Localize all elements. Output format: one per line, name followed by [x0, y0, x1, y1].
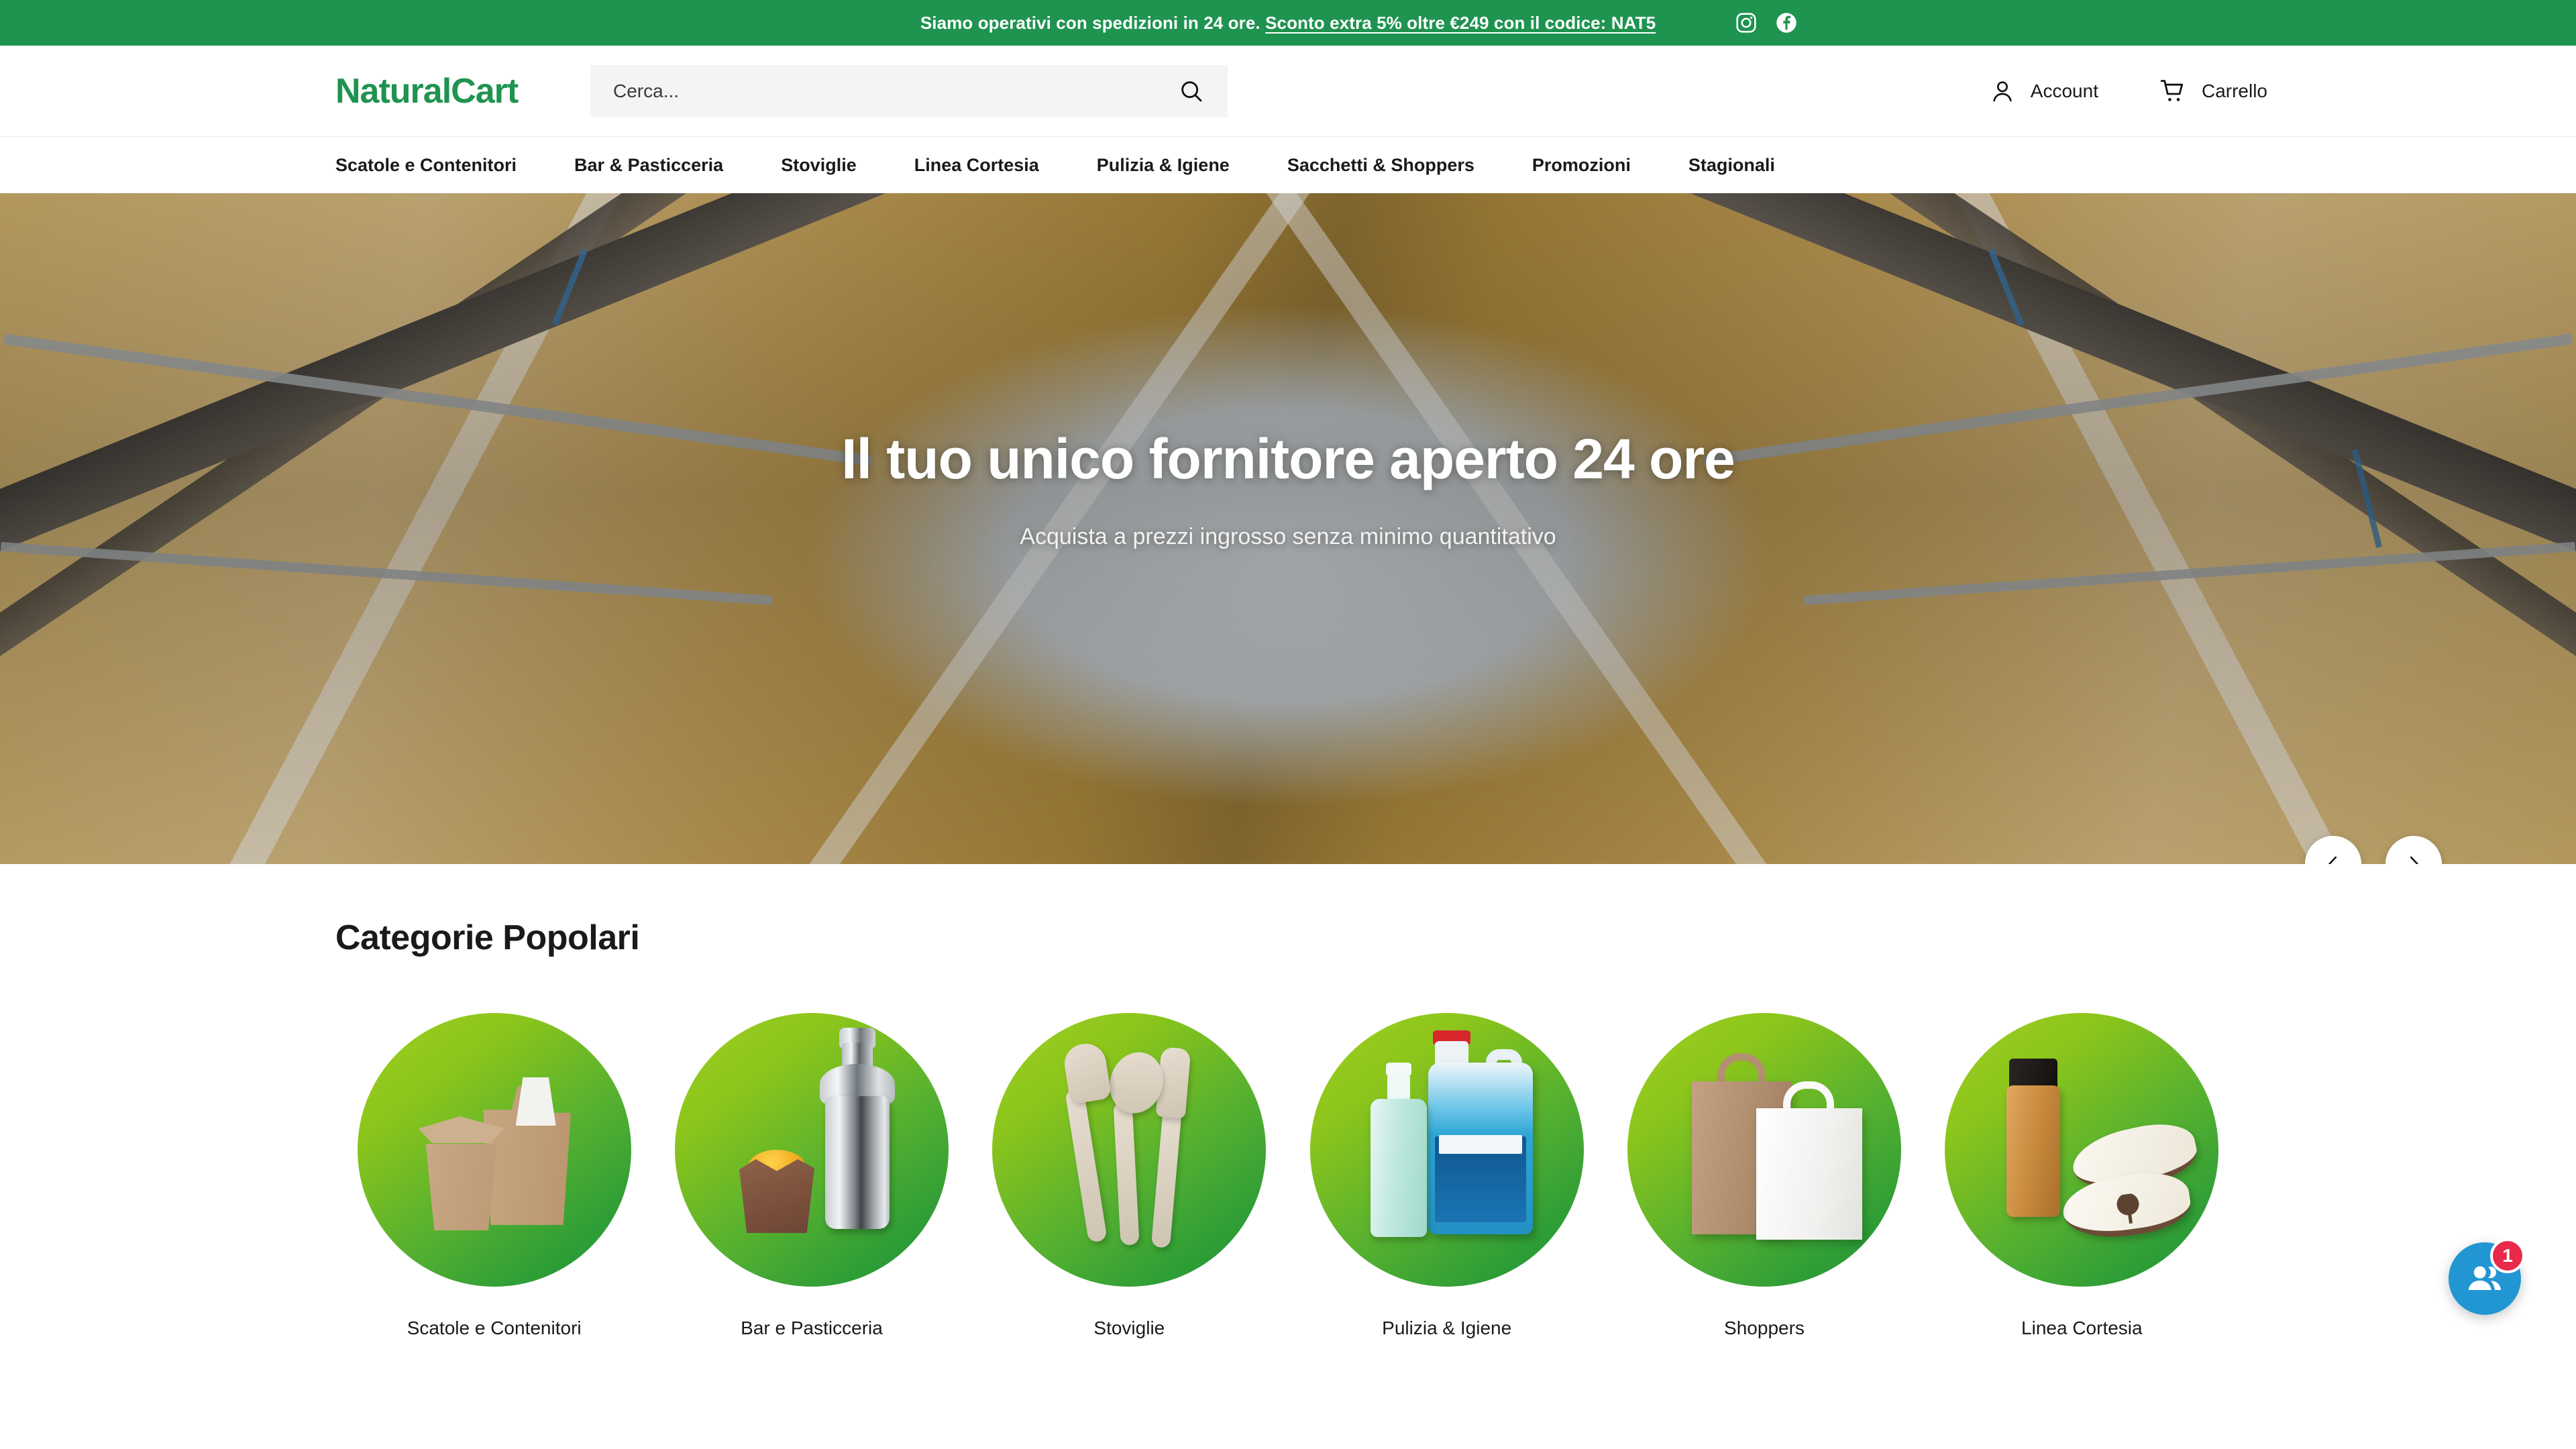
category-label: Stoviglie [1093, 1318, 1165, 1338]
facebook-icon[interactable] [1775, 11, 1798, 34]
wooden-fork-head-icon [1061, 1040, 1112, 1105]
category-card-cortesia[interactable]: Linea Cortesia [1923, 1013, 2241, 1339]
cocktail-shaker-icon [824, 1096, 890, 1229]
brown-bag-handle-icon [1717, 1053, 1766, 1085]
search-input[interactable] [613, 80, 1178, 102]
category-label: Linea Cortesia [2021, 1318, 2143, 1338]
nav-item-cortesia[interactable]: Linea Cortesia [914, 155, 1039, 176]
category-image-amenities-slippers [1945, 1013, 2219, 1287]
carousel-controls [2305, 836, 2442, 864]
category-image-kraft-containers [357, 1013, 631, 1287]
category-label: Shoppers [1724, 1318, 1805, 1338]
category-card-bar[interactable]: Bar e Pasticceria [653, 1013, 970, 1339]
category-image-cleaning-products [1309, 1013, 1584, 1287]
wooden-spoon-handle-icon [1113, 1101, 1140, 1246]
category-card-pulizia[interactable]: Pulizia & Igiene [1288, 1013, 1605, 1339]
nav-item-stagionali[interactable]: Stagionali [1688, 155, 1775, 176]
hero-title: Il tuo unico fornitore aperto 24 ore [841, 427, 1735, 490]
category-label: Pulizia & Igiene [1382, 1318, 1512, 1338]
account-button[interactable]: Account [1989, 78, 2098, 105]
logo[interactable]: NaturalCart [335, 71, 519, 111]
search-bar[interactable] [590, 64, 1228, 117]
wooden-fork-handle-icon [1065, 1087, 1108, 1243]
nav-item-promozioni[interactable]: Promozioni [1532, 155, 1631, 176]
category-card-stoviglie[interactable]: Stoviglie [971, 1013, 1288, 1339]
carousel-prev-button[interactable] [2305, 836, 2361, 864]
header-actions: Account Carrello [1989, 77, 2267, 105]
tree-logo-icon [2113, 1192, 2145, 1226]
nav-item-bar[interactable]: Bar & Pasticceria [574, 155, 723, 176]
categories-title: Categorie Popolari [335, 918, 640, 957]
announcement-promo-link[interactable]: Sconto extra 5% oltre €249 con il codice… [1265, 13, 1656, 33]
category-image-paper-bags [1627, 1013, 1901, 1287]
account-label: Account [2030, 80, 2098, 101]
category-label: Scatole e Contenitori [407, 1318, 582, 1338]
nav-item-stoviglie[interactable]: Stoviglie [781, 155, 857, 176]
kraft-white-flap-icon [515, 1077, 556, 1126]
category-image-shaker-muffin [674, 1013, 949, 1287]
chat-unread-badge: 1 [2490, 1238, 2525, 1273]
announcement-text: Siamo operativi con spedizioni in 24 ore… [920, 13, 1656, 34]
announcement-bar: Siamo operativi con spedizioni in 24 ore… [0, 0, 2576, 46]
popular-categories-section: Categorie Popolari Scatole e Contenitori [0, 864, 2576, 1339]
category-image-wooden-cutlery [992, 1013, 1267, 1287]
wooden-knife-handle-icon [1151, 1105, 1183, 1248]
announcement-text-before: Siamo operativi con spedizioni in 24 ore… [920, 12, 1266, 33]
search-button[interactable] [1178, 78, 1205, 105]
instagram-icon[interactable] [1735, 11, 1758, 34]
social-links [1735, 11, 1798, 34]
amenity-bottle-icon [2006, 1085, 2061, 1217]
category-label: Bar e Pasticceria [741, 1318, 883, 1338]
nav-item-scatole[interactable]: Scatole e Contenitori [335, 155, 517, 176]
hero-banner: Il tuo unico fornitore aperto 24 ore Acq… [0, 193, 2576, 864]
main-navigation: Scatole e Contenitori Bar & Pasticceria … [0, 136, 2576, 193]
cleaning-bottle-icon [1370, 1099, 1427, 1237]
jug-label-band-icon [1438, 1135, 1522, 1154]
cart-button[interactable]: Carrello [2159, 77, 2267, 105]
white-paper-bag-icon [1756, 1108, 1862, 1240]
nav-item-sacchetti[interactable]: Sacchetti & Shoppers [1287, 155, 1474, 176]
cart-label: Carrello [2201, 80, 2267, 101]
category-card-shoppers[interactable]: Shoppers [1605, 1013, 1923, 1339]
bottle-neck-icon [1387, 1073, 1410, 1102]
categories-grid: Scatole e Contenitori Bar e Pasticceria [335, 1013, 2241, 1339]
category-card-scatole[interactable]: Scatole e Contenitori [335, 1013, 653, 1339]
hero-subtitle: Acquista a prezzi ingrosso senza minimo … [1020, 524, 1556, 549]
nav-item-pulizia[interactable]: Pulizia & Igiene [1097, 155, 1230, 176]
carousel-next-button[interactable] [2385, 836, 2442, 864]
hero-content: Il tuo unico fornitore aperto 24 ore Acq… [0, 193, 2576, 864]
site-header: NaturalCart Account Carrello [0, 46, 2576, 136]
chat-widget-button[interactable]: 1 [2449, 1238, 2525, 1315]
